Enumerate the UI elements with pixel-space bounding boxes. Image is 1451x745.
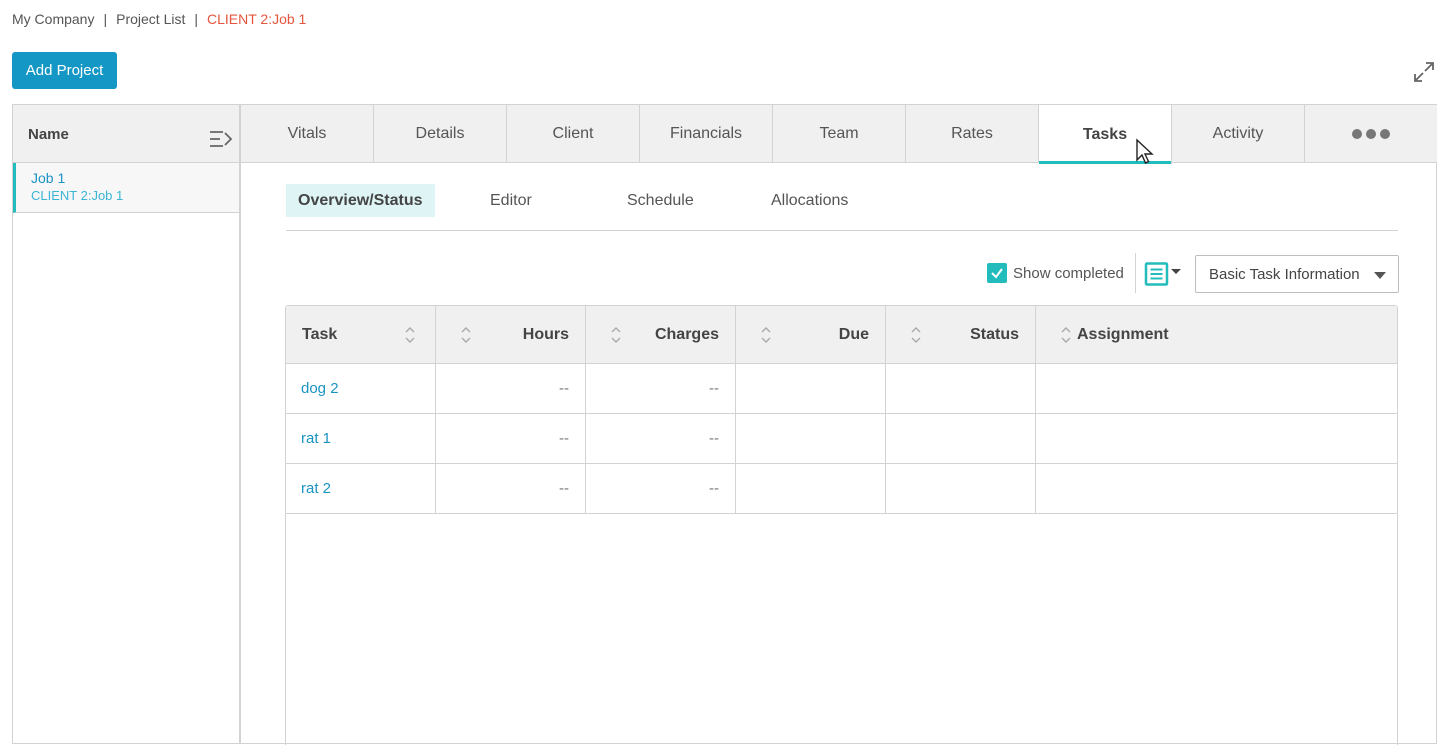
status-cell — [886, 414, 1036, 463]
project-list-header: Name — [13, 105, 239, 163]
project-subtitle: CLIENT 2:Job 1 — [31, 188, 124, 203]
hours-value: -- — [559, 480, 569, 497]
assignment-cell — [1036, 414, 1397, 463]
sort-icon — [461, 327, 471, 343]
project-list-item[interactable]: Job 1 CLIENT 2:Job 1 — [13, 163, 239, 213]
tab-more[interactable] — [1305, 105, 1437, 163]
tab-team[interactable]: Team — [773, 105, 906, 163]
view-select[interactable]: Basic Task Information — [1195, 255, 1399, 293]
column-header-charges[interactable]: Charges — [586, 306, 736, 363]
column-label-task: Task — [302, 326, 338, 343]
sort-icon — [761, 327, 771, 343]
hours-value: -- — [559, 380, 569, 397]
column-header-hours[interactable]: Hours — [436, 306, 586, 363]
column-label-status: Status — [970, 326, 1019, 343]
tasks-table: Task Hours Charges Due Status Assignment… — [285, 305, 1398, 745]
sort-icon — [405, 327, 415, 343]
tab-client[interactable]: Client — [507, 105, 640, 163]
breadcrumb: My Company | Project List | CLIENT 2:Job 1 — [12, 11, 306, 27]
tab-vitals[interactable]: Vitals — [241, 105, 374, 163]
show-completed-toggle[interactable]: Show completed — [987, 263, 1124, 283]
column-label-assignment: Assignment — [1077, 326, 1169, 343]
table-header: Task Hours Charges Due Status Assignment — [286, 306, 1397, 364]
add-project-button[interactable]: Add Project — [12, 52, 117, 89]
due-cell — [736, 414, 886, 463]
task-link[interactable]: rat 2 — [301, 480, 331, 497]
column-header-task[interactable]: Task — [286, 306, 436, 363]
table-row: rat 1 -- -- — [286, 414, 1397, 464]
column-label-charges: Charges — [654, 326, 719, 343]
tab-tasks[interactable]: Tasks — [1039, 105, 1172, 164]
toolbar-divider — [1135, 253, 1136, 293]
breadcrumb-current: CLIENT 2:Job 1 — [207, 11, 307, 27]
assignment-cell — [1036, 464, 1397, 513]
breadcrumb-my-company[interactable]: My Company — [12, 11, 94, 27]
breadcrumb-separator: | — [194, 11, 198, 27]
subtab-editor[interactable]: Editor — [490, 184, 532, 217]
tab-details[interactable]: Details — [374, 105, 507, 163]
column-label-due: Due — [838, 326, 869, 343]
list-view-icon[interactable] — [1144, 262, 1184, 286]
status-cell — [886, 464, 1036, 513]
charges-value: -- — [709, 380, 719, 397]
project-list-panel: Name Job 1 CLIENT 2:Job 1 — [13, 105, 241, 743]
tab-rates[interactable]: Rates — [906, 105, 1039, 163]
due-cell — [736, 364, 886, 413]
sort-icon — [911, 327, 921, 343]
project-frame: Name Job 1 CLIENT 2:Job 1 Vitals Details… — [12, 104, 1437, 745]
name-column-header: Name — [28, 126, 69, 143]
task-link[interactable]: rat 1 — [301, 430, 331, 447]
breadcrumb-separator: | — [103, 11, 108, 27]
task-subtabs: Overview/Status Editor Schedule Allocati… — [286, 184, 1398, 231]
check-icon — [991, 268, 1003, 279]
charges-value: -- — [709, 430, 719, 447]
column-header-due[interactable]: Due — [736, 306, 886, 363]
table-row: dog 2 -- -- — [286, 364, 1397, 414]
column-header-assignment[interactable]: Assignment — [1036, 306, 1397, 363]
task-link[interactable]: dog 2 — [301, 380, 339, 397]
show-completed-checkbox[interactable] — [987, 263, 1007, 283]
hours-value: -- — [559, 430, 569, 447]
show-completed-label: Show completed — [1013, 264, 1124, 282]
status-cell — [886, 364, 1036, 413]
subtab-schedule[interactable]: Schedule — [627, 184, 694, 217]
subtab-allocations[interactable]: Allocations — [771, 184, 848, 217]
subtab-overview-status[interactable]: Overview/Status — [286, 184, 435, 217]
sort-icon — [1061, 327, 1071, 343]
project-title: Job 1 — [31, 170, 66, 186]
main-tabs: Vitals Details Client Financials Team Ra… — [241, 105, 1437, 164]
due-cell — [736, 464, 886, 513]
tab-activity[interactable]: Activity — [1172, 105, 1305, 163]
table-row: rat 2 -- -- — [286, 464, 1397, 514]
column-header-status[interactable]: Status — [886, 306, 1036, 363]
view-select-value: Basic Task Information — [1209, 266, 1360, 283]
expand-icon[interactable] — [1412, 60, 1436, 84]
more-dots-icon — [1352, 129, 1390, 139]
chevron-down-icon — [1374, 272, 1386, 279]
tab-financials[interactable]: Financials — [640, 105, 773, 163]
breadcrumb-project-list[interactable]: Project List — [116, 11, 185, 27]
sort-icon — [611, 327, 621, 343]
collapse-panel-icon[interactable] — [209, 129, 233, 149]
assignment-cell — [1036, 364, 1397, 413]
charges-value: -- — [709, 480, 719, 497]
column-label-hours: Hours — [522, 326, 569, 343]
